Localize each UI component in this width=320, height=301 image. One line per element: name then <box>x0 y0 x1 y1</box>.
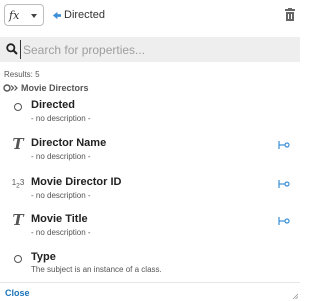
search-input[interactable] <box>20 40 290 59</box>
class-name: Movie Directors <box>21 83 89 93</box>
property-path-icon[interactable] <box>278 179 290 189</box>
close-button[interactable]: Close <box>5 288 30 298</box>
property-description: - no description - <box>31 191 91 200</box>
back-link[interactable]: Directed <box>52 7 105 23</box>
delete-button[interactable] <box>284 8 296 22</box>
search-box <box>0 37 300 62</box>
resize-handle-icon[interactable] <box>292 293 298 299</box>
footer-divider <box>0 282 300 283</box>
property-description: - no description - <box>31 114 91 123</box>
text-type-icon: T <box>12 211 24 229</box>
toolbar: fx Directed <box>0 0 300 32</box>
property-name: Movie Director ID <box>31 176 122 188</box>
property-item-movie-title[interactable]: T Movie Title - no description - <box>0 211 300 248</box>
property-item-directed[interactable]: Directed - no description - <box>0 98 300 134</box>
property-description: The subject is an instance of a class. <box>31 265 162 274</box>
property-path-icon[interactable] <box>278 140 290 150</box>
results-count: Results: 5 <box>4 70 40 79</box>
chevron-down-icon <box>31 14 37 18</box>
arrow-left-icon <box>52 11 61 19</box>
property-item-type[interactable]: Type The subject is an instance of a cla… <box>0 250 300 286</box>
circle-icon <box>8 251 28 267</box>
numeric-type-icon: 123 <box>11 178 25 190</box>
property-path-icon[interactable] <box>278 216 290 226</box>
property-item-movie-director-id[interactable]: 123 Movie Director ID - no description - <box>0 175 300 211</box>
circle-icon <box>8 99 28 115</box>
property-description: - no description - <box>31 228 91 237</box>
property-name: Director Name <box>31 137 107 149</box>
property-name: Type <box>31 251 56 263</box>
property-item-director-name[interactable]: T Director Name - no description - <box>0 135 300 172</box>
property-name: Movie Title <box>31 213 88 225</box>
text-type-icon: T <box>12 135 24 153</box>
function-icon: fx <box>9 8 20 22</box>
property-name: Directed <box>31 99 76 111</box>
function-dropdown[interactable]: fx <box>4 4 44 26</box>
class-header: Movie Directors <box>3 82 89 94</box>
property-description: - no description - <box>31 152 91 161</box>
back-link-label: Directed <box>64 9 105 21</box>
class-icon <box>3 84 18 92</box>
search-icon <box>6 43 18 55</box>
